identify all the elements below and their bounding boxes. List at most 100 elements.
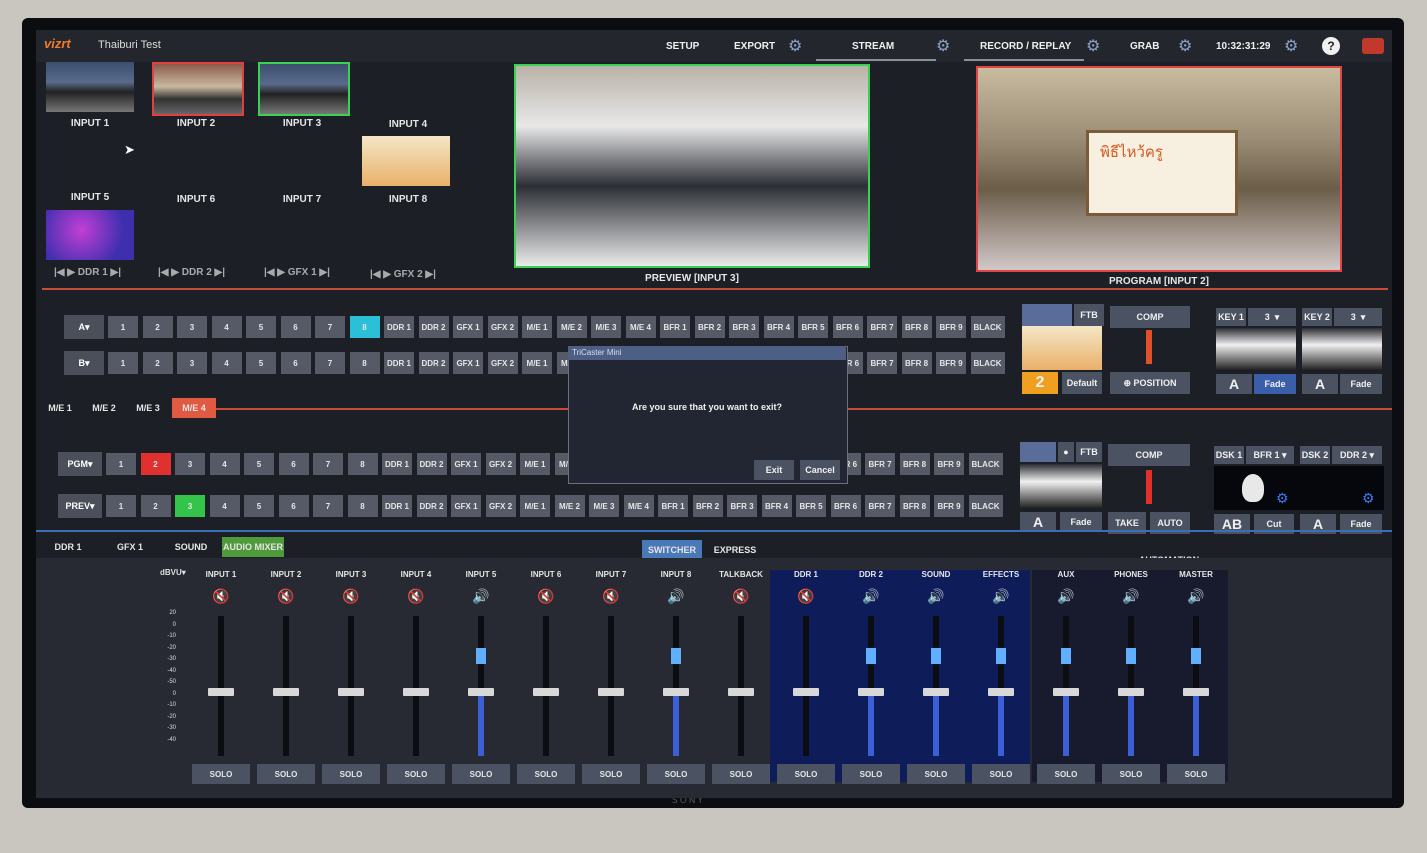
row-a-btn-2[interactable]: 2: [142, 316, 173, 338]
row-prev-btn-bfr-8[interactable]: BFR 8: [899, 495, 930, 517]
row-prev-btn-4[interactable]: 4: [209, 495, 240, 517]
menu-record-replay[interactable]: RECORD / REPLAY: [980, 41, 1071, 52]
mute-icon-talkback[interactable]: 🔇: [710, 588, 772, 605]
dsk2-label[interactable]: DSK 2: [1300, 446, 1330, 464]
row-prev-btn-black[interactable]: BLACK: [968, 495, 1003, 517]
dsk2-gear-icon[interactable]: ⚙: [1362, 490, 1375, 507]
fader-handle-master[interactable]: [1183, 688, 1209, 696]
row-prev-btn-m-e-2[interactable]: M/E 2: [554, 495, 585, 517]
input-2-thumbnail[interactable]: [152, 62, 244, 116]
solo-button-ddr-1[interactable]: SOLO: [777, 764, 835, 784]
row-pgm-btn-ddr-1[interactable]: DDR 1: [382, 453, 412, 475]
row-a-label[interactable]: A ▾: [64, 315, 104, 339]
row-prev-btn-m-e-4[interactable]: M/E 4: [623, 495, 654, 517]
tab-switcher[interactable]: SWITCHER: [642, 540, 702, 560]
mute-icon-ddr-1[interactable]: 🔇: [775, 588, 837, 605]
main-eye-icon[interactable]: ●: [1058, 442, 1074, 462]
row-prev-btn-2[interactable]: 2: [140, 495, 171, 517]
row-a-btn-bfr-7[interactable]: BFR 7: [867, 316, 897, 338]
fader-handle-input-1[interactable]: [208, 688, 234, 696]
mute-icon-input-3[interactable]: 🔇: [320, 588, 382, 605]
fader-handle-input-6[interactable]: [533, 688, 559, 696]
volume-icon-sound[interactable]: 🔊: [905, 588, 967, 605]
ddr1-transport[interactable]: |◀ ▶ DDR 1 ▶|: [54, 267, 121, 278]
fader-handle-aux[interactable]: [1053, 688, 1079, 696]
key2-label[interactable]: KEY 2: [1302, 308, 1332, 326]
input-1-thumbnail[interactable]: [46, 62, 134, 112]
tab-me-3[interactable]: M/E 3: [130, 398, 166, 418]
row-b-btn-m-e-1[interactable]: M/E 1: [522, 352, 552, 374]
volume-icon-master[interactable]: 🔊: [1165, 588, 1227, 605]
row-pgm-btn-1[interactable]: 1: [106, 453, 136, 475]
row-prev-btn-m-e-3[interactable]: M/E 3: [589, 495, 619, 517]
row-b-btn-bfr-8[interactable]: BFR 8: [901, 352, 932, 374]
row-a-btn-black[interactable]: BLACK: [970, 316, 1005, 338]
row-b-btn-ddr-1[interactable]: DDR 1: [384, 352, 414, 374]
row-prev-btn-bfr-5[interactable]: BFR 5: [796, 495, 826, 517]
tab-me-1[interactable]: M/E 1: [42, 398, 78, 418]
volume-icon-effects[interactable]: 🔊: [970, 588, 1032, 605]
row-b-btn-5[interactable]: 5: [246, 352, 276, 374]
row-b-btn-6[interactable]: 6: [280, 352, 311, 374]
row-prev-btn-8[interactable]: 8: [347, 495, 378, 517]
key1-fade[interactable]: Fade: [1254, 374, 1296, 394]
input-5-thumbnail[interactable]: [46, 210, 134, 260]
tab-audio-mixer[interactable]: AUDIO MIXER: [222, 537, 284, 557]
input-4-thumbnail[interactable]: [362, 136, 450, 186]
row-pgm-btn-black[interactable]: BLACK: [968, 453, 1003, 475]
row-prev-btn-5[interactable]: 5: [244, 495, 274, 517]
row-pgm-btn-2[interactable]: 2: [140, 453, 171, 475]
dsk2-select[interactable]: DDR 2 ▾: [1332, 446, 1382, 464]
row-pgm-btn-7[interactable]: 7: [313, 453, 343, 475]
row-prev-btn-ddr-1[interactable]: DDR 1: [382, 495, 412, 517]
row-prev-btn-6[interactable]: 6: [278, 495, 309, 517]
row-b-btn-ddr-2[interactable]: DDR 2: [418, 352, 449, 374]
row-pgm-btn-8[interactable]: 8: [347, 453, 378, 475]
row-a-btn-m-e-4[interactable]: M/E 4: [625, 316, 656, 338]
row-prev-btn-bfr-7[interactable]: BFR 7: [865, 495, 895, 517]
row-a-btn-bfr-3[interactable]: BFR 3: [729, 316, 759, 338]
row-a-btn-bfr-9[interactable]: BFR 9: [936, 316, 966, 338]
solo-button-ddr-2[interactable]: SOLO: [842, 764, 900, 784]
fader-handle-input-4[interactable]: [403, 688, 429, 696]
exit-button[interactable]: Exit: [754, 460, 794, 480]
mute-icon-input-4[interactable]: 🔇: [385, 588, 447, 605]
solo-button-phones[interactable]: SOLO: [1102, 764, 1160, 784]
solo-button-input-2[interactable]: SOLO: [257, 764, 315, 784]
tab-ddr1[interactable]: DDR 1: [48, 537, 88, 557]
tab-me-2[interactable]: M/E 2: [86, 398, 122, 418]
row-a-btn-ddr-2[interactable]: DDR 2: [418, 316, 449, 338]
main-fade[interactable]: Fade: [1060, 512, 1102, 532]
key1-label[interactable]: KEY 1: [1216, 308, 1246, 326]
me-transition-btn[interactable]: [1022, 304, 1072, 326]
tab-gfx1[interactable]: GFX 1: [110, 537, 150, 557]
dsk1-label[interactable]: DSK 1: [1214, 446, 1244, 464]
row-a-btn-bfr-2[interactable]: BFR 2: [694, 316, 725, 338]
row-prev-btn-bfr-2[interactable]: BFR 2: [692, 495, 723, 517]
solo-button-input-6[interactable]: SOLO: [517, 764, 575, 784]
key1-thumb[interactable]: [1216, 328, 1296, 370]
me-ftb-button[interactable]: FTB: [1074, 304, 1104, 326]
dsk1-gear-icon[interactable]: ⚙: [1276, 490, 1289, 507]
volume-icon-aux[interactable]: 🔊: [1035, 588, 1097, 605]
fader-handle-input-5[interactable]: [468, 688, 494, 696]
row-a-btn-7[interactable]: 7: [315, 316, 345, 338]
row-pgm-btn-4[interactable]: 4: [209, 453, 240, 475]
tab-me-4[interactable]: M/E 4: [172, 398, 216, 418]
ddr2-transport[interactable]: |◀ ▶ DDR 2 ▶|: [158, 267, 225, 278]
row-a-btn-m-e-2[interactable]: M/E 2: [556, 316, 587, 338]
row-a-btn-m-e-1[interactable]: M/E 1: [522, 316, 552, 338]
export-gear-icon[interactable]: ⚙: [788, 36, 802, 56]
row-prev-btn-1[interactable]: 1: [106, 495, 136, 517]
row-b-btn-black[interactable]: BLACK: [970, 352, 1005, 374]
fader-handle-phones[interactable]: [1118, 688, 1144, 696]
row-b-btn-bfr-9[interactable]: BFR 9: [936, 352, 966, 374]
solo-button-input-4[interactable]: SOLO: [387, 764, 445, 784]
key1-a[interactable]: A: [1216, 374, 1252, 394]
gfx1-transport[interactable]: |◀ ▶ GFX 1 ▶|: [264, 267, 330, 278]
row-b-btn-2[interactable]: 2: [142, 352, 173, 374]
mute-icon-input-7[interactable]: 🔇: [580, 588, 642, 605]
row-prev-btn-bfr-3[interactable]: BFR 3: [727, 495, 757, 517]
row-b-btn-3[interactable]: 3: [177, 352, 207, 374]
row-a-btn-m-e-3[interactable]: M/E 3: [591, 316, 621, 338]
